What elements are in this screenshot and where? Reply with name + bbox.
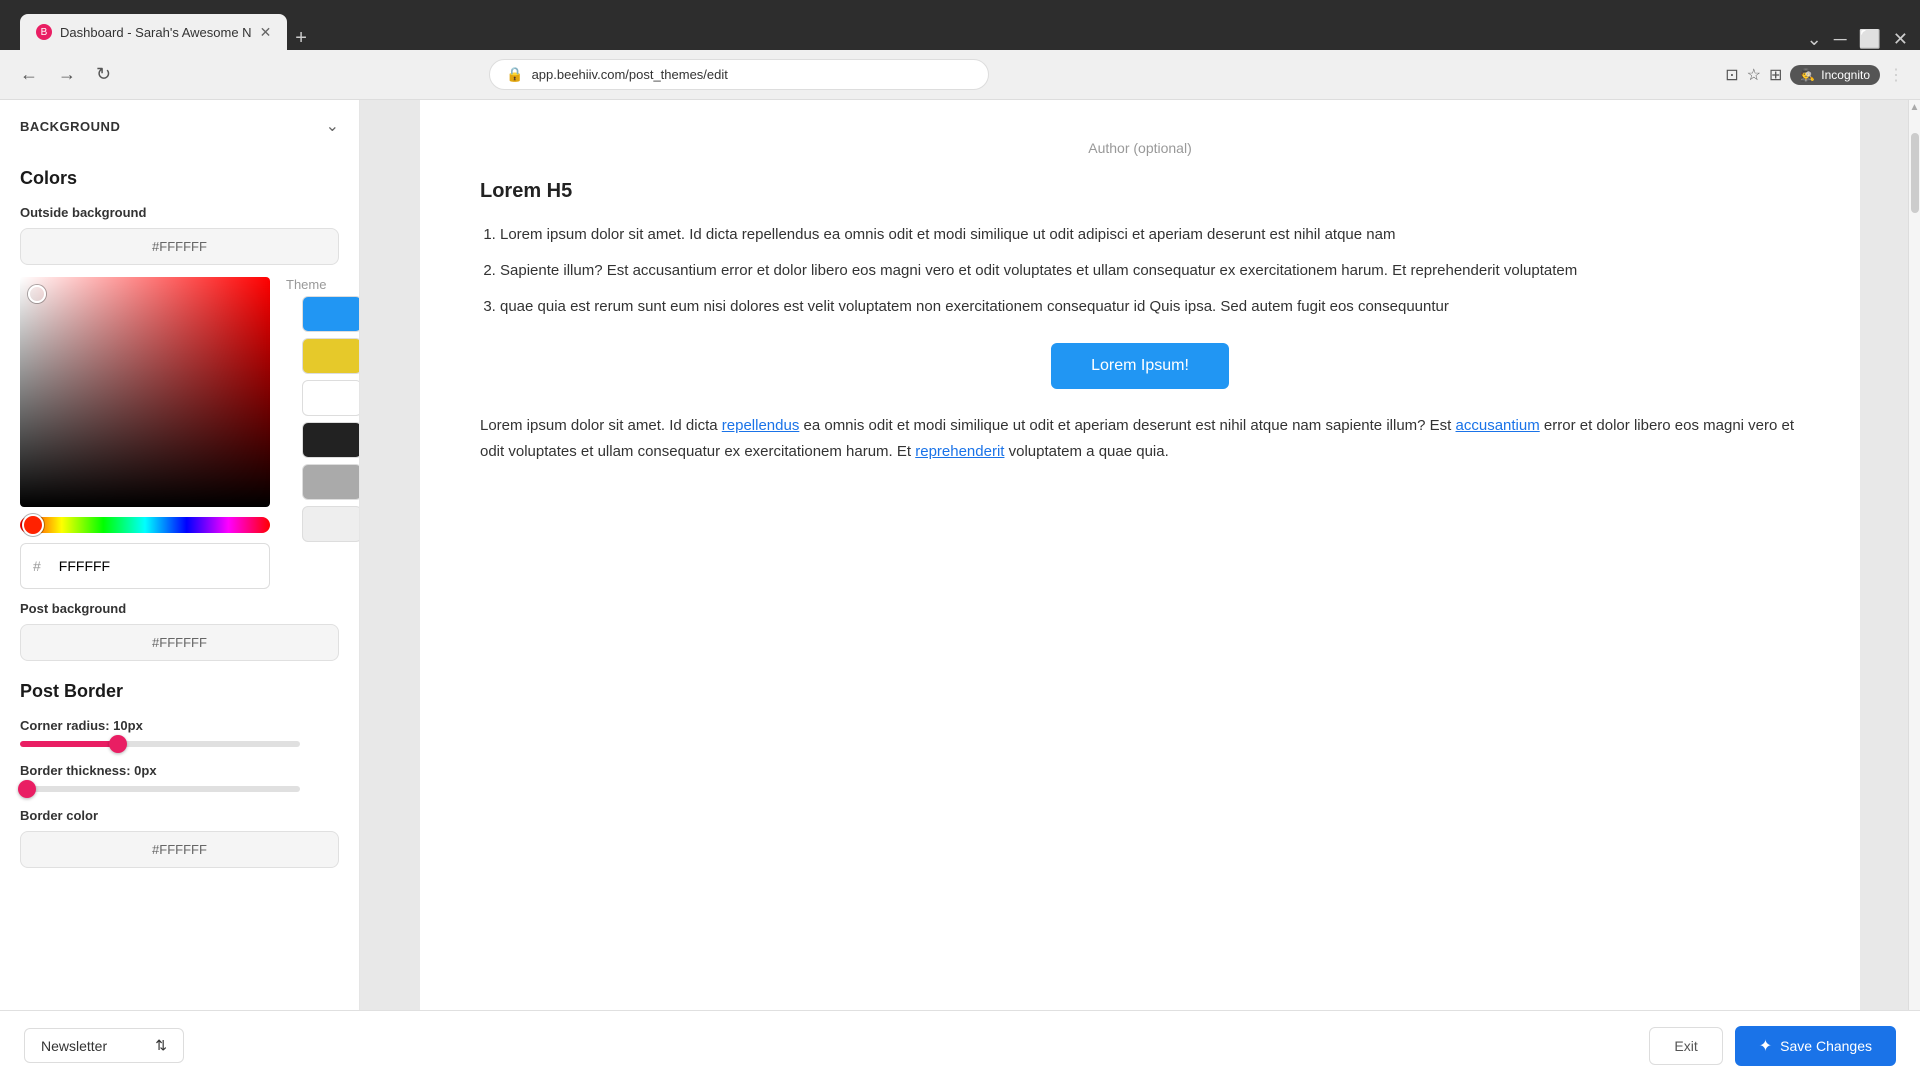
outside-bg-color-input[interactable]: #FFFFFF xyxy=(20,228,339,265)
tab-list-button[interactable]: ⌄ xyxy=(1807,29,1822,50)
border-thickness-label: Border thickness: 0px xyxy=(20,763,339,778)
list-item: Lorem ipsum dolor sit amet. Id dicta rep… xyxy=(500,223,1800,247)
main-content: ▲ ▼ Author (optional) Lorem H5 Lorem ips… xyxy=(360,100,1920,1080)
scrollbar[interactable]: ▲ ▼ xyxy=(1908,100,1920,1080)
bottom-actions: Exit ✦ Save Changes xyxy=(1649,1026,1896,1066)
post-border-heading: Post Border xyxy=(20,681,339,702)
extension-icon[interactable]: ⊞ xyxy=(1769,65,1782,85)
scroll-thumb xyxy=(1911,133,1919,213)
post-bg-value: #FFFFFF xyxy=(152,635,207,650)
color-picker-row: # Theme xyxy=(20,277,339,589)
minimize-button[interactable]: ─ xyxy=(1834,29,1847,50)
newsletter-select-chevron-icon: ⇅ xyxy=(155,1037,167,1054)
border-thickness-track[interactable] xyxy=(20,786,300,792)
colors-heading: Colors xyxy=(20,168,339,189)
exit-button[interactable]: Exit xyxy=(1649,1027,1722,1065)
border-color-label: Border color xyxy=(20,808,339,823)
swatch-blue[interactable] xyxy=(302,296,360,332)
cta-button[interactable]: Lorem Ipsum! xyxy=(1051,343,1229,389)
sidebar: BACKGROUND ⌄ Colors Outside background #… xyxy=(0,100,360,1080)
hue-slider[interactable] xyxy=(20,517,270,533)
list-item: Sapiente illum? Est accusantium error et… xyxy=(500,259,1800,283)
active-tab[interactable]: B Dashboard - Sarah's Awesome N ✕ xyxy=(20,14,287,50)
corner-radius-track[interactable] xyxy=(20,741,300,747)
color-picker-panel: # xyxy=(20,277,270,589)
background-label: BACKGROUND xyxy=(20,119,120,134)
corner-radius-row: Corner radius: 10px xyxy=(20,718,339,747)
border-thickness-row: Border thickness: 0px xyxy=(20,763,339,792)
border-color-input[interactable]: #FFFFFF xyxy=(20,831,339,868)
new-tab-button[interactable]: + xyxy=(295,27,307,50)
save-changes-label: Save Changes xyxy=(1780,1038,1872,1054)
theme-swatches xyxy=(302,296,360,542)
outside-bg-value: #FFFFFF xyxy=(152,239,207,254)
address-input[interactable]: 🔒 app.beehiiv.com/post_themes/edit xyxy=(489,59,989,90)
swatch-black[interactable] xyxy=(302,422,360,458)
save-changes-button[interactable]: ✦ Save Changes xyxy=(1735,1026,1896,1066)
swatch-yellow[interactable] xyxy=(302,338,360,374)
post-border-section: Post Border Corner radius: 10px Border t… xyxy=(0,661,359,888)
hex-symbol: # xyxy=(33,558,41,574)
back-button[interactable]: ← xyxy=(16,60,42,89)
content-list: Lorem ipsum dolor sit amet. Id dicta rep… xyxy=(480,223,1800,319)
swatch-gray[interactable] xyxy=(302,464,360,500)
cast-icon[interactable]: ⊡ xyxy=(1725,65,1738,85)
post-bg-color-input[interactable]: #FFFFFF xyxy=(20,624,339,661)
browser-actions: ⊡ ☆ ⊞ 🕵 Incognito ⋮ xyxy=(1725,65,1904,85)
corner-radius-handle[interactable] xyxy=(109,735,127,753)
cta-container: Lorem Ipsum! xyxy=(480,343,1800,389)
forward-button[interactable]: → xyxy=(54,60,80,89)
incognito-badge: 🕵 Incognito xyxy=(1790,65,1880,85)
author-label: Author (optional) xyxy=(480,140,1800,156)
tab-close-button[interactable]: ✕ xyxy=(260,24,272,41)
border-thickness-handle[interactable] xyxy=(18,780,36,798)
link-repellendus[interactable]: repellendus xyxy=(722,417,800,434)
corner-radius-label: Corner radius: 10px xyxy=(20,718,339,733)
url-display: app.beehiiv.com/post_themes/edit xyxy=(532,67,728,82)
hue-slider-handle[interactable] xyxy=(22,514,44,536)
background-section-header[interactable]: BACKGROUND ⌄ xyxy=(0,100,359,152)
app-container: BACKGROUND ⌄ Colors Outside background #… xyxy=(0,100,1920,1080)
link-reprehenderit[interactable]: reprehenderit xyxy=(915,443,1004,460)
newsletter-select-label: Newsletter xyxy=(41,1038,107,1054)
swatch-light-gray[interactable] xyxy=(302,506,360,542)
hex-input-row: # xyxy=(20,543,270,589)
scroll-up-arrow[interactable]: ▲ xyxy=(1910,102,1920,113)
restore-button[interactable]: ⬜ xyxy=(1858,29,1880,50)
list-item: quae quia est rerum sunt eum nisi dolore… xyxy=(500,295,1800,319)
background-chevron-icon: ⌄ xyxy=(326,116,339,136)
reload-button[interactable]: ↻ xyxy=(92,60,115,89)
link-accusantium[interactable]: accusantium xyxy=(1456,417,1540,434)
color-picker-handle[interactable] xyxy=(28,285,46,303)
colors-section: Colors Outside background #FFFFFF xyxy=(0,152,359,265)
tab-title: Dashboard - Sarah's Awesome N xyxy=(60,25,252,40)
outside-bg-label: Outside background xyxy=(20,205,339,220)
content-panel: Author (optional) Lorem H5 Lorem ipsum d… xyxy=(420,100,1860,1080)
incognito-label: Incognito xyxy=(1821,68,1870,82)
tab-bar: B Dashboard - Sarah's Awesome N ✕ + ⌄ ─ … xyxy=(20,0,1908,50)
border-color-value: #FFFFFF xyxy=(152,842,207,857)
newsletter-select[interactable]: Newsletter ⇅ xyxy=(24,1028,184,1063)
theme-swatches-panel: Theme xyxy=(286,277,360,589)
incognito-icon: 🕵 xyxy=(1800,68,1815,82)
browser-chrome: B Dashboard - Sarah's Awesome N ✕ + ⌄ ─ … xyxy=(0,0,1920,50)
bookmark-icon[interactable]: ☆ xyxy=(1747,65,1761,85)
post-bg-label: Post background xyxy=(20,601,339,616)
lock-icon: 🔒 xyxy=(506,66,523,83)
theme-label: Theme xyxy=(286,277,360,292)
hex-input-field[interactable] xyxy=(49,552,257,580)
tab-favicon: B xyxy=(36,24,52,40)
post-bg-section: Post background #FFFFFF xyxy=(0,589,359,661)
close-button[interactable]: ✕ xyxy=(1893,29,1908,50)
menu-icon[interactable]: ⋮ xyxy=(1888,65,1904,85)
bottom-bar: Newsletter ⇅ Exit ✦ Save Changes xyxy=(0,1010,1920,1080)
save-icon: ✦ xyxy=(1759,1036,1772,1056)
address-bar: ← → ↻ 🔒 app.beehiiv.com/post_themes/edit… xyxy=(0,50,1920,100)
swatch-white[interactable] xyxy=(302,380,360,416)
content-h5: Lorem H5 xyxy=(480,180,1800,203)
content-paragraph: Lorem ipsum dolor sit amet. Id dicta rep… xyxy=(480,413,1800,464)
color-gradient[interactable] xyxy=(20,277,270,507)
